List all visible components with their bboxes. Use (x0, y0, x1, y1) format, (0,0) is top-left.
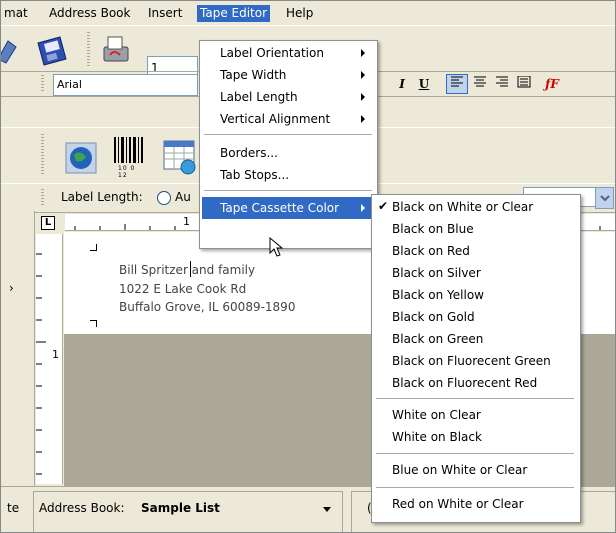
color-blue-on-white[interactable]: Blue on White or Clear (374, 459, 578, 481)
justify-icon (517, 75, 531, 88)
tab-stop-selector[interactable]: L (41, 216, 55, 230)
save-disk-icon[interactable] (31, 32, 73, 70)
ruler-corner: L (36, 214, 62, 231)
ruler-mark-1: 1 (183, 215, 190, 228)
menu-address-book[interactable]: Address Book (46, 5, 133, 22)
color-white-on-clear[interactable]: White on Clear (374, 404, 578, 426)
color-black-on-fluorescent-red[interactable]: Black on Fluorecent Red (374, 372, 578, 394)
menu-separator (376, 487, 574, 488)
special-effects-button[interactable]: ƒF (541, 74, 563, 94)
menu-tab-stops[interactable]: Tab Stops... (202, 164, 392, 186)
color-black-on-gold[interactable]: Black on Gold (374, 306, 578, 328)
address-line-3[interactable]: Buffalo Grove, IL 60089-1890 (119, 300, 295, 314)
menu-separator (204, 134, 372, 135)
menu-borders[interactable]: Borders... (202, 142, 392, 164)
address-book-value[interactable]: Sample List (141, 501, 220, 515)
submenu-arrow-icon (361, 93, 365, 101)
app-window: mat Address Book Insert Tape Editor Help… (0, 0, 616, 533)
menu-separator (204, 190, 372, 191)
text-cursor (190, 261, 191, 277)
label-length-grip[interactable] (41, 189, 44, 207)
justify-button[interactable] (513, 74, 535, 94)
italic-button[interactable]: I (391, 74, 413, 94)
submenu-arrow-icon (361, 204, 365, 212)
align-center-icon (474, 76, 486, 87)
address-book-dropdown-icon[interactable] (323, 507, 331, 512)
submenu-arrow-icon (361, 115, 365, 123)
print-icon[interactable] (95, 32, 137, 70)
tape-editor-menu: Label Orientation Tape Width Label Lengt… (199, 40, 378, 249)
menu-format[interactable]: mat (1, 5, 31, 22)
color-red-on-white[interactable]: Red on White or Clear (374, 493, 578, 515)
submenu-arrow-icon (361, 49, 365, 57)
color-black-on-fluorescent-green[interactable]: Black on Fluorecent Green (374, 350, 578, 372)
vruler-mark-1: 1 (52, 348, 59, 361)
color-black-on-white[interactable]: Black on White or Clear (374, 196, 578, 218)
insert-toolbar-grip[interactable] (41, 134, 44, 176)
address-line-2[interactable]: 1022 E Lake Cook Rd (119, 282, 246, 296)
color-black-on-blue[interactable]: Black on Blue (374, 218, 578, 240)
tape-cassette-color-submenu: ✔ Black on White or Clear Black on Blue … (371, 194, 581, 523)
color-white-on-black[interactable]: White on Black (374, 426, 578, 448)
submenu-arrow-icon (361, 71, 365, 79)
vertical-ruler[interactable]: 1 (36, 234, 63, 484)
label-length-dropdown-button[interactable] (595, 187, 614, 209)
calendar-clock-icon[interactable] (159, 136, 201, 178)
color-black-on-yellow[interactable]: Black on Yellow (374, 284, 578, 306)
barcode-icon[interactable]: 10 0 12 (109, 134, 147, 179)
mouse-pointer-icon (269, 236, 289, 259)
color-black-on-red[interactable]: Black on Red (374, 240, 578, 262)
toolbar-grip[interactable] (87, 32, 90, 66)
address-line-1[interactable]: Bill Spritzer and family (119, 263, 255, 277)
format-toolbar-grip[interactable] (41, 75, 44, 93)
menu-separator (376, 453, 574, 454)
align-right-icon (496, 76, 508, 87)
menu-tape-editor[interactable]: Tape Editor (197, 5, 271, 22)
left-side-pane: › (1, 211, 35, 486)
barcode-caption: 10 0 12 (118, 165, 136, 179)
globe-clipart-icon[interactable] (61, 136, 103, 178)
color-black-on-green[interactable]: Black on Green (374, 328, 578, 350)
align-right-button[interactable] (491, 74, 513, 94)
underline-button[interactable]: U (413, 74, 435, 94)
menu-help[interactable]: Help (283, 5, 316, 22)
menu-tape-cassette-color[interactable]: Tape Cassette Color (202, 197, 374, 219)
menu-insert[interactable]: Insert (145, 5, 185, 22)
side-pane-arrow: › (9, 281, 14, 295)
menubar: mat Address Book Insert Tape Editor Help (1, 1, 615, 25)
margin-corner-top (90, 244, 97, 251)
address-book-label: Address Book: (39, 501, 125, 515)
auto-radio-button[interactable] (157, 191, 171, 205)
label-length-label: Label Length: (61, 190, 143, 204)
align-left-button[interactable] (446, 74, 468, 94)
align-left-icon (451, 76, 463, 87)
side-tab-label[interactable]: te (7, 501, 19, 515)
align-center-button[interactable] (469, 74, 491, 94)
chevron-down-icon (600, 195, 610, 202)
margin-corner-bottom (90, 320, 97, 327)
partial-toolbar-button[interactable] (1, 34, 21, 66)
menu-separator (376, 398, 574, 399)
auto-radio-label: Au (175, 190, 191, 204)
color-black-on-silver[interactable]: Black on Silver (374, 262, 578, 284)
font-name-combo[interactable]: Arial (53, 74, 198, 96)
